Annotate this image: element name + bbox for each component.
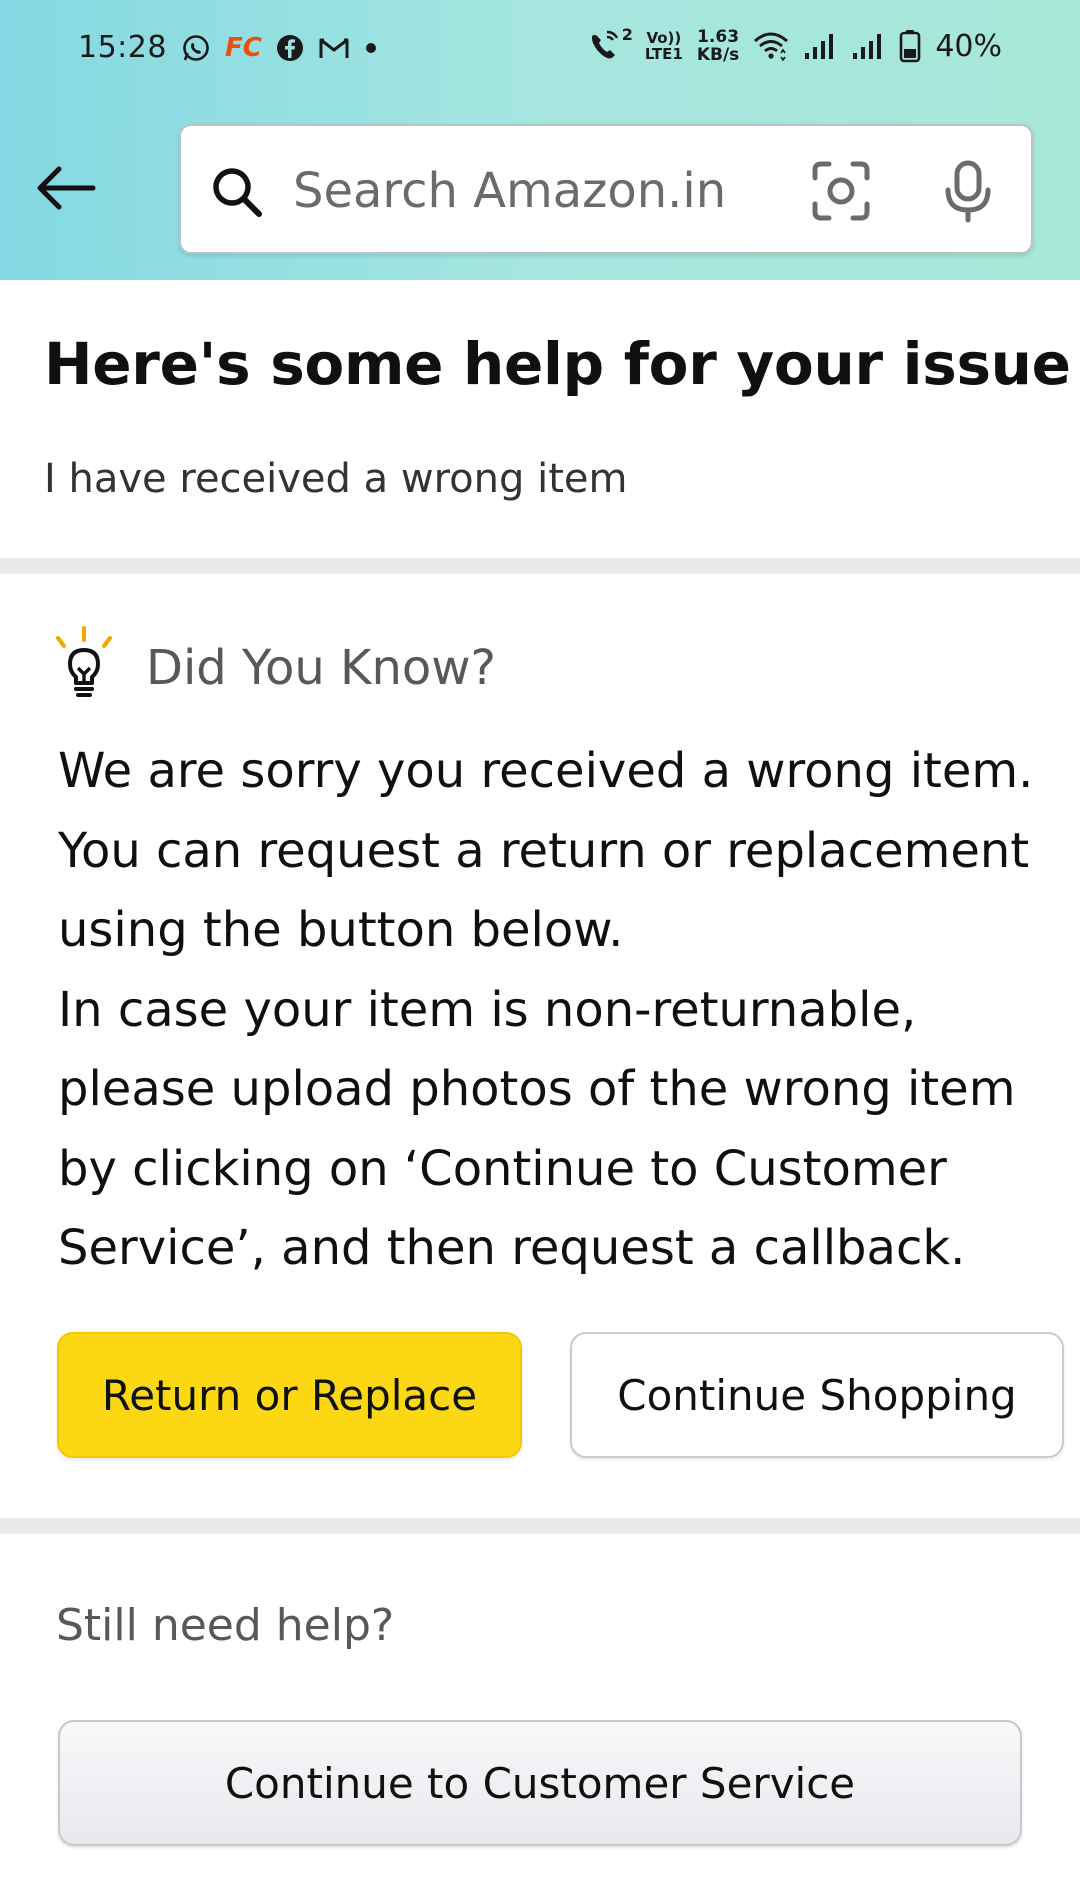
- issue-description: I have received a wrong item: [44, 456, 628, 502]
- camera-lens-icon[interactable]: [811, 160, 871, 222]
- did-you-know-card: Did You Know? We are sorry you received …: [0, 574, 1080, 1518]
- page-title: Here's some help for your issue: [44, 330, 1071, 398]
- app-header: 15:28 FC 2 Vo)) LTE1 1.63 KB/s 40% Searc…: [0, 0, 1080, 280]
- microphone-icon[interactable]: [943, 160, 993, 224]
- did-you-know-paragraph-2: In case your item is non-returnable, ple…: [58, 981, 1016, 1277]
- lightbulb-icon: [52, 624, 116, 702]
- status-bar: 15:28 FC 2 Vo)) LTE1 1.63 KB/s 40%: [0, 0, 1080, 100]
- section-divider: [0, 1518, 1080, 1534]
- network-speed: 1.63 KB/s: [697, 28, 739, 64]
- search-icon: [209, 164, 265, 220]
- signal-sim1-icon: [803, 31, 837, 61]
- battery-icon: [899, 29, 921, 63]
- wifi-icon: [753, 31, 789, 61]
- section-divider: [0, 558, 1080, 574]
- gmail-icon: [318, 35, 350, 61]
- volte-bottom-label: LTE1: [644, 45, 683, 63]
- speed-value: 1.63: [697, 27, 740, 47]
- wifi-calling-icon: 2: [587, 25, 633, 63]
- battery-percent: 40%: [935, 28, 1002, 64]
- speed-unit: KB/s: [696, 45, 740, 65]
- volte-indicator: Vo)) LTE1: [645, 30, 683, 62]
- search-bar[interactable]: [179, 124, 1033, 254]
- back-arrow-icon[interactable]: [34, 160, 98, 216]
- search-input[interactable]: [293, 150, 733, 232]
- fc-badge: FC: [224, 32, 262, 63]
- signal-sim2-icon: [851, 31, 885, 61]
- still-need-help-label: Still need help?: [56, 1600, 395, 1651]
- whatsapp-icon: [181, 33, 211, 63]
- continue-to-customer-service-button[interactable]: Continue to Customer Service: [58, 1720, 1022, 1846]
- did-you-know-body: We are sorry you received a wrong item. …: [58, 732, 1038, 1289]
- return-or-replace-button[interactable]: Return or Replace: [57, 1332, 522, 1458]
- did-you-know-paragraph-1: We are sorry you received a wrong item. …: [58, 743, 1034, 958]
- status-time: 15:28: [78, 30, 167, 65]
- status-left: 15:28 FC: [78, 30, 378, 65]
- facebook-icon: [276, 34, 304, 62]
- still-need-help-section: Still need help? Continue to Customer Se…: [0, 1534, 1080, 1881]
- status-right: 2 Vo)) LTE1 1.63 KB/s 40%: [587, 25, 1002, 64]
- continue-shopping-button[interactable]: Continue Shopping: [570, 1332, 1064, 1458]
- help-summary: Here's some help for your issue I have r…: [0, 280, 1080, 558]
- call-sup-label: 2: [621, 25, 633, 44]
- notification-dot-icon: [364, 41, 378, 55]
- did-you-know-heading: Did You Know?: [146, 640, 497, 696]
- volte-top-label: Vo)): [646, 29, 682, 47]
